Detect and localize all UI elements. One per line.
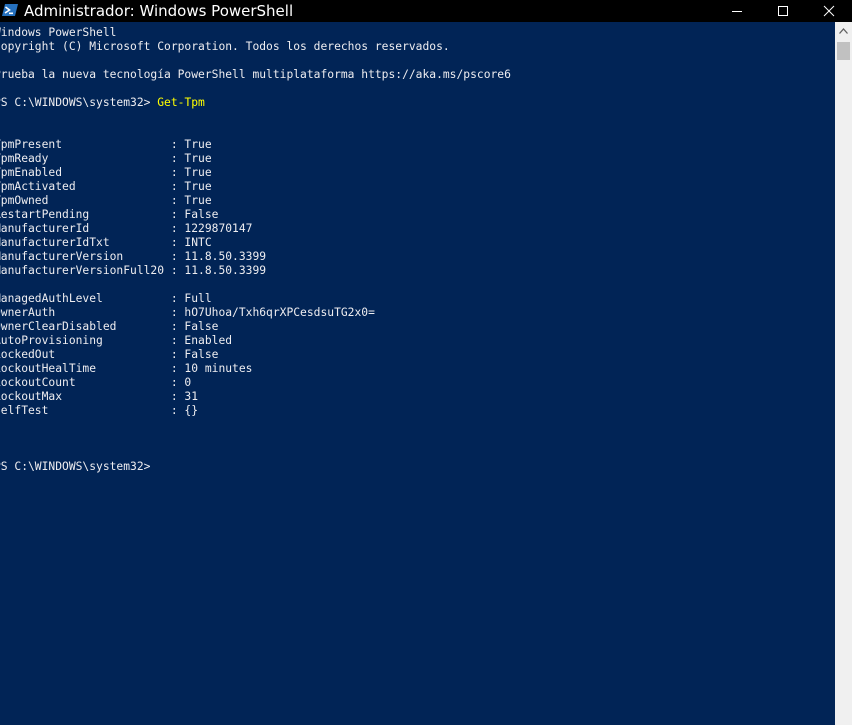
output-line: ManufacturerId : 1229870147 [0,222,253,235]
output-line: ManufacturerVersion : 11.8.50.3399 [0,250,267,263]
output-line: AutoProvisioning : Enabled [0,334,233,347]
output-line: TpmOwned : True [0,194,212,207]
console-line: Windows PowerShell [0,26,117,39]
output-line: OwnerAuth : hO7Uhoa/Txh6qrXPCesdsuTG2x0= [0,306,375,319]
output-line: TpmEnabled : True [0,166,212,179]
output-line: TpmActivated : True [0,180,212,193]
output-line: TpmPresent : True [0,138,212,151]
command-line: PS C:\WINDOWS\system32> Get-Tpm [0,96,205,110]
scroll-thumb[interactable] [837,42,850,60]
output-line: LockoutCount : 0 [0,376,192,389]
output-line: OwnerClearDisabled : False [0,320,219,333]
close-icon [823,5,835,17]
scroll-up-button[interactable] [835,22,852,39]
minimize-icon [732,11,742,12]
console-line: Copyright (C) Microsoft Corporation. Tod… [0,40,450,53]
console-output[interactable]: Windows PowerShell Copyright (C) Microso… [0,22,835,725]
vertical-scrollbar[interactable] [835,22,852,725]
output-line: TpmReady : True [0,152,212,165]
window-title: Administrador: Windows PowerShell [24,2,294,20]
prompt: PS C:\WINDOWS\system32> [0,96,158,109]
output-line: ManufacturerVersionFull20 : 11.8.50.3399 [0,264,267,277]
close-button[interactable] [806,0,852,22]
output-line: ManufacturerIdTxt : INTC [0,236,212,249]
maximize-icon [778,6,788,16]
output-line: RestartPending : False [0,208,219,221]
output-line: ManagedAuthLevel : Full [0,292,212,305]
output-line: LockedOut : False [0,348,219,361]
output-line: LockoutHealTime : 10 minutes [0,362,253,375]
minimize-button[interactable] [714,0,760,22]
output-line: LockoutMax : 31 [0,390,199,403]
chevron-up-icon [839,27,848,34]
final-prompt: PS C:\WINDOWS\system32> [0,460,151,473]
powershell-window: Administrador: Windows PowerShell Window… [0,0,852,725]
console-line: Prueba la nueva tecnología PowerShell mu… [0,68,511,81]
output-line: SelfTest : {} [0,404,199,417]
title-bar[interactable]: Administrador: Windows PowerShell [0,0,852,22]
maximize-button[interactable] [760,0,806,22]
command-text: Get-Tpm [157,96,205,109]
powershell-icon [2,4,18,16]
